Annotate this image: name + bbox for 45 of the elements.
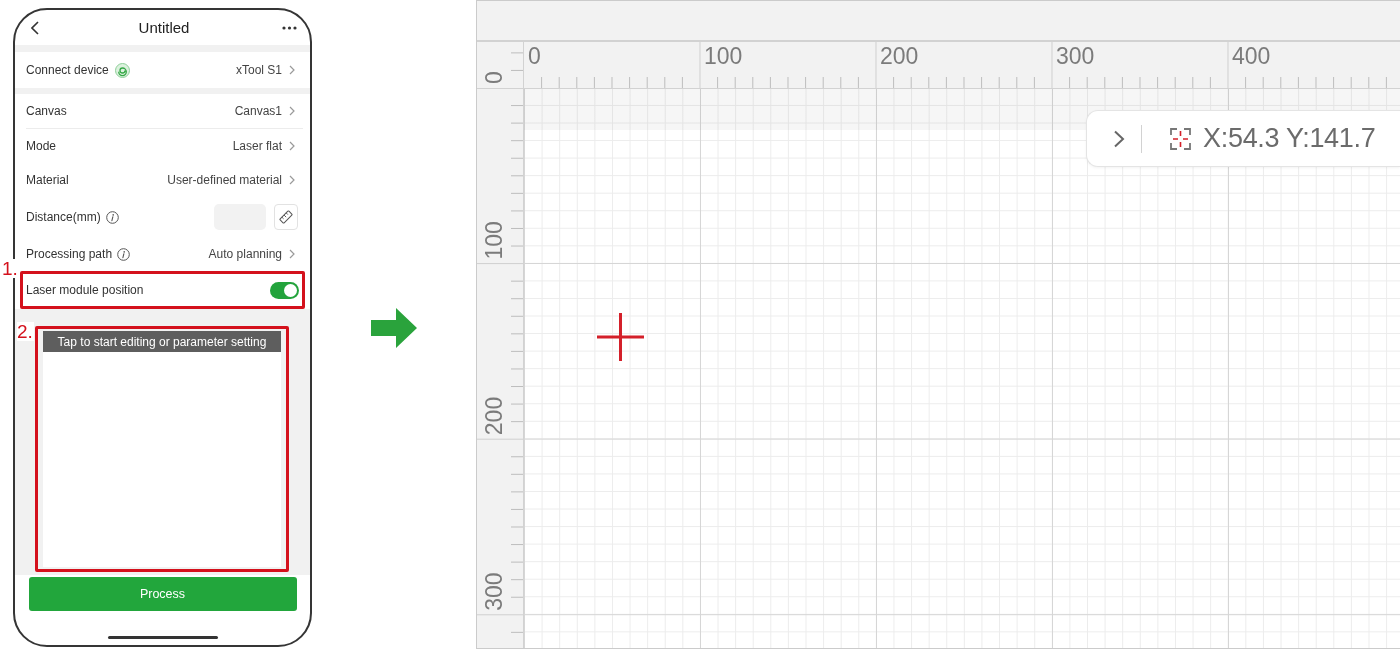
back-icon[interactable]	[31, 20, 39, 35]
ruler-label: 300	[1056, 43, 1095, 69]
annotation-number: 2.	[17, 322, 34, 341]
chevron-right-icon[interactable]	[289, 141, 295, 151]
row-label: Connect device	[26, 63, 109, 77]
chevron-right-icon[interactable]	[289, 106, 295, 116]
ruler-label: 200	[880, 43, 919, 69]
row-label: Distance(mm)	[26, 210, 101, 224]
ruler-label: 400	[1232, 43, 1271, 69]
row-value[interactable]: Canvas1	[234, 104, 282, 118]
ruler-label: 0	[481, 71, 507, 84]
row-label: Material	[26, 173, 69, 187]
row-value[interactable]: Laser flat	[232, 139, 282, 153]
ruler-label: 100	[704, 43, 743, 69]
ruler-label: 100	[481, 221, 507, 260]
more-icon[interactable]	[282, 25, 297, 30]
target-frame-icon	[1170, 127, 1191, 150]
measure-button[interactable]	[274, 204, 298, 230]
ruler-icon	[279, 210, 293, 224]
row-label: Canvas	[26, 104, 67, 118]
row-label: Processing path	[26, 247, 113, 261]
row-value[interactable]: User-defined material	[167, 173, 282, 187]
info-icon[interactable]	[117, 247, 131, 261]
crosshair-marker	[597, 313, 644, 361]
info-icon[interactable]	[105, 210, 119, 224]
coordinate-readout: X:54.3 Y:141.7	[1203, 123, 1376, 154]
chevron-right-icon[interactable]	[1113, 129, 1125, 148]
page-title: Untitled	[138, 19, 190, 36]
row-label: Mode	[26, 139, 57, 153]
row-value[interactable]: Auto planning	[208, 247, 282, 261]
preview-area[interactable]: Tap to start editing or parameter setting	[43, 331, 281, 567]
chevron-right-icon[interactable]	[289, 249, 295, 259]
row-value[interactable]: xTool S1	[235, 63, 282, 77]
grid-canvas[interactable]: X:54.3 Y:141.7	[524, 89, 1400, 648]
row-label: Laser module position	[26, 283, 144, 297]
ruler-label: 200	[481, 396, 507, 436]
toggle-switch[interactable]	[270, 281, 299, 299]
hint-banner: Tap to start editing or parameter setting	[43, 331, 281, 352]
swirl-badge-icon	[114, 62, 130, 78]
ruler-label: 300	[481, 572, 507, 611]
chevron-right-icon[interactable]	[289, 65, 295, 75]
chevron-right-icon[interactable]	[289, 175, 295, 185]
ruler-label: 0	[528, 43, 541, 69]
annotation-number: 1.	[2, 259, 19, 278]
arrow-icon	[371, 308, 417, 348]
